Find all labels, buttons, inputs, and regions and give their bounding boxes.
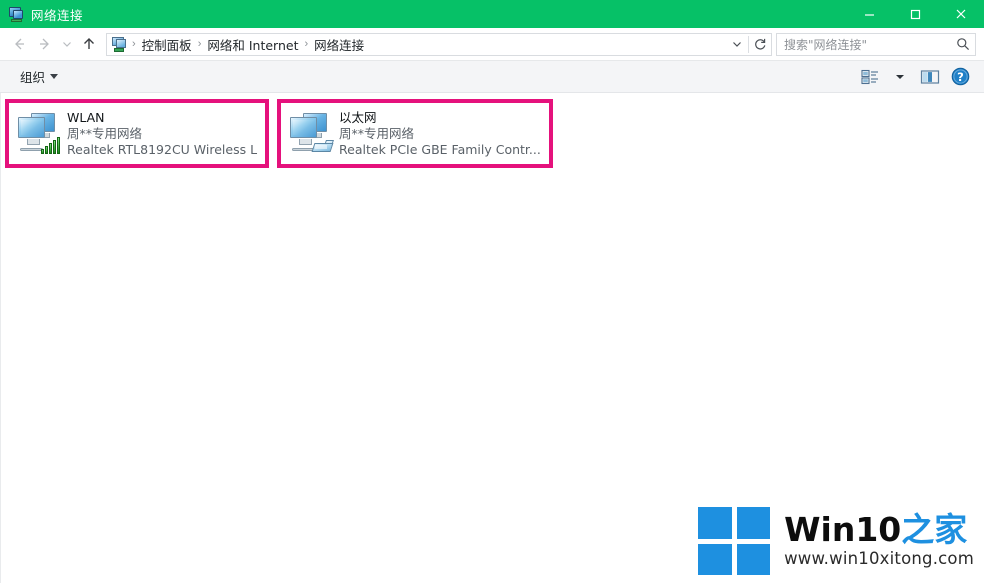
- search-box[interactable]: 搜索"网络连接": [776, 32, 976, 56]
- watermark-brand-cn: 之家: [901, 510, 968, 549]
- list-item[interactable]: WLAN 周**专用网络 Realtek RTL8192CU Wireless …: [11, 105, 263, 162]
- title-bar: 网络连接: [0, 0, 984, 28]
- search-icon[interactable]: [951, 37, 975, 51]
- highlight-box-wlan: WLAN 周**专用网络 Realtek RTL8192CU Wireless …: [5, 99, 270, 168]
- highlight-box-ethernet: 以太网 周**专用网络 Realtek PCIe GBE Family Cont…: [277, 99, 553, 168]
- signal-bars-icon: [41, 137, 61, 154]
- search-input[interactable]: 搜索"网络连接": [777, 36, 951, 53]
- adapter-text: WLAN 周**专用网络 Realtek RTL8192CU Wireless …: [67, 109, 257, 158]
- svg-text:?: ?: [957, 70, 964, 84]
- watermark-brand: Win10之家: [784, 512, 974, 548]
- preview-pane-icon[interactable]: [916, 64, 944, 90]
- breadcrumb-item-network-internet[interactable]: 网络和 Internet: [202, 35, 303, 54]
- network-connections-icon: [8, 6, 24, 22]
- watermark-url: www.win10xitong.com: [784, 549, 974, 568]
- help-icon[interactable]: ?: [946, 64, 974, 90]
- list-item[interactable]: 以太网 周**专用网络 Realtek PCIe GBE Family Cont…: [283, 105, 547, 162]
- content-area: WLAN 周**专用网络 Realtek RTL8192CU Wireless …: [0, 93, 984, 583]
- adapter-network: 周**专用网络: [339, 126, 415, 141]
- arrow-up-icon[interactable]: [76, 31, 102, 57]
- maximize-button[interactable]: [892, 0, 938, 28]
- organize-label: 组织: [20, 70, 46, 85]
- arrow-right-icon[interactable]: [32, 31, 58, 57]
- ethernet-adapter-icon: [287, 109, 335, 155]
- navigation-bar: › 控制面板 › 网络和 Internet › 网络连接 搜索"网络连接": [0, 28, 984, 61]
- breadcrumb-item-control-panel[interactable]: 控制面板: [137, 35, 197, 54]
- address-chevron-down-icon[interactable]: [726, 34, 748, 55]
- adapter-device: Realtek RTL8192CU Wireless L: [67, 142, 258, 157]
- window-title: 网络连接: [31, 7, 84, 23]
- adapter-text: 以太网 周**专用网络 Realtek PCIe GBE Family Cont…: [339, 109, 541, 158]
- adapter-name: WLAN: [67, 110, 105, 125]
- adapter-device: Realtek PCIe GBE Family Contr...: [339, 142, 541, 157]
- breadcrumb-network-connections-icon: [111, 36, 127, 52]
- breadcrumb-item-network-connections[interactable]: 网络连接: [309, 35, 369, 54]
- minimize-button[interactable]: [846, 0, 892, 28]
- recent-locations-chevron-down-icon[interactable]: [58, 31, 76, 57]
- watermark-text: Win10之家 www.win10xitong.com: [784, 512, 974, 570]
- adapter-name: 以太网: [339, 110, 377, 125]
- view-options-icon[interactable]: [856, 64, 884, 90]
- command-bar: 组织 ?: [0, 61, 984, 93]
- watermark: Win10之家 www.win10xitong.com: [698, 507, 974, 575]
- file-explorer-window: 网络连接 › 控制面板 › 网络和 Internet › 网络连接 搜索"网络连…: [0, 0, 984, 583]
- rj45-connector-icon: [311, 140, 335, 155]
- adapter-list: WLAN 周**专用网络 Realtek RTL8192CU Wireless …: [1, 93, 984, 174]
- close-button[interactable]: [938, 0, 984, 28]
- organize-button[interactable]: 组织: [16, 64, 62, 89]
- watermark-brand-latin: Win10: [784, 510, 902, 549]
- address-bar[interactable]: › 控制面板 › 网络和 Internet › 网络连接: [106, 32, 772, 56]
- windows-logo-icon: [698, 507, 771, 575]
- chevron-down-icon: [50, 74, 59, 79]
- adapter-network: 周**专用网络: [67, 126, 143, 141]
- arrow-left-icon[interactable]: [6, 31, 32, 57]
- window-controls: [846, 0, 984, 28]
- wireless-adapter-icon: [15, 109, 61, 155]
- refresh-icon[interactable]: [749, 34, 771, 55]
- view-options-chevron-down-icon[interactable]: [886, 64, 914, 90]
- command-bar-right: ?: [856, 64, 974, 90]
